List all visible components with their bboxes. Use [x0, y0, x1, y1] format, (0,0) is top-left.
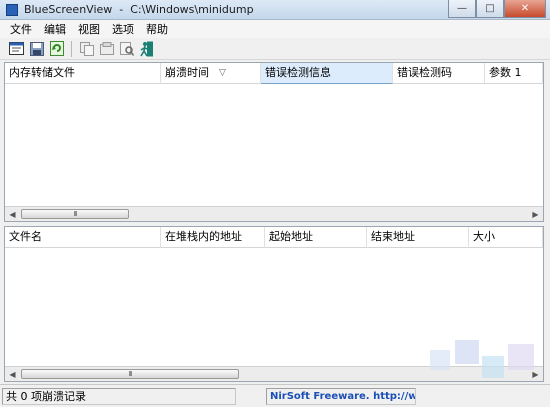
column-header-parameter-1[interactable]: 参数 1 — [485, 63, 543, 84]
column-label: 文件名 — [9, 230, 42, 243]
crash-list-hscrollbar[interactable]: ◀ III ▶ — [5, 206, 543, 221]
copy-button[interactable] — [78, 40, 95, 57]
menu-file[interactable]: 文件 — [4, 21, 38, 37]
status-bar: 共 0 项崩溃记录 NirSoft Freeware. http://ww — [0, 384, 550, 407]
menu-help[interactable]: 帮助 — [140, 21, 174, 37]
watermark-block — [482, 356, 504, 378]
scrollbar-thumb[interactable]: III — [21, 209, 129, 219]
minimize-icon: — — [457, 3, 467, 14]
menu-edit[interactable]: 编辑 — [38, 21, 72, 37]
watermark-block — [430, 350, 450, 370]
close-button[interactable]: ✕ — [504, 0, 546, 18]
column-header-filename[interactable]: 文件名 — [5, 227, 161, 248]
scroll-left-icon[interactable]: ◀ — [5, 207, 20, 221]
window-title: BlueScreenView - C:\Windows\minidump — [24, 3, 254, 16]
column-label: 结束地址 — [371, 230, 415, 243]
crash-list-pane[interactable]: 内存转储文件 崩溃时间 ▽ 错误检测信息 错误检测码 参数 1 ◀ III ▶ — [4, 62, 544, 222]
save-icon — [29, 41, 44, 56]
scrollbar-thumb[interactable]: III — [21, 369, 239, 379]
column-header-start-address[interactable]: 起始地址 — [265, 227, 367, 248]
column-label: 错误检测信息 — [265, 66, 331, 79]
driver-list-hscrollbar[interactable]: ◀ III ▶ — [5, 366, 543, 381]
column-header-crash-time[interactable]: 崩溃时间 ▽ — [161, 63, 261, 84]
column-header-address-in-stack[interactable]: 在堆栈内的地址 — [161, 227, 265, 248]
menu-bar: 文件 编辑 视图 选项 帮助 — [0, 20, 550, 38]
maximize-icon: □ — [485, 3, 495, 14]
exit-button[interactable] — [138, 40, 155, 57]
title-bar[interactable]: BlueScreenView - C:\Windows\minidump — □… — [0, 0, 550, 20]
column-label: 大小 — [473, 230, 495, 243]
copy-icon — [79, 41, 94, 56]
properties-icon — [9, 42, 24, 55]
menu-view[interactable]: 视图 — [72, 21, 106, 37]
html-report-icon — [99, 41, 114, 55]
watermark-block — [508, 344, 534, 370]
watermark-block — [455, 340, 479, 364]
column-header-size[interactable]: 大小 — [469, 227, 543, 248]
column-label: 崩溃时间 — [165, 66, 209, 79]
scroll-right-icon[interactable]: ▶ — [528, 207, 543, 221]
app-icon — [6, 4, 18, 16]
sort-descending-icon: ▽ — [219, 68, 226, 78]
column-header-bugcheck-code[interactable]: 错误检测码 — [393, 63, 485, 84]
column-label: 参数 1 — [489, 66, 522, 79]
properties-button[interactable] — [8, 40, 25, 57]
refresh-icon — [49, 41, 64, 56]
column-label: 错误检测码 — [397, 66, 452, 79]
find-button[interactable] — [118, 40, 135, 57]
column-label: 起始地址 — [269, 230, 313, 243]
crash-list-header: 内存转储文件 崩溃时间 ▽ 错误检测信息 错误检测码 参数 1 — [5, 63, 543, 84]
maximize-button[interactable]: □ — [476, 0, 504, 18]
toolbar-separator — [71, 40, 72, 57]
scroll-left-icon[interactable]: ◀ — [5, 367, 20, 381]
column-label: 在堆栈内的地址 — [165, 230, 242, 243]
exit-icon — [139, 41, 153, 56]
column-label: 内存转储文件 — [9, 66, 75, 79]
driver-list-header: 文件名 在堆栈内的地址 起始地址 结束地址 大小 — [5, 227, 543, 248]
find-icon — [119, 41, 134, 56]
close-icon: ✕ — [520, 3, 530, 14]
toolbar — [0, 38, 550, 60]
minimize-button[interactable]: — — [448, 0, 476, 18]
save-button[interactable] — [28, 40, 45, 57]
status-record-count: 共 0 项崩溃记录 — [2, 388, 236, 405]
html-report-button[interactable] — [98, 40, 115, 57]
column-header-bugcheck-string[interactable]: 错误检测信息 — [261, 63, 393, 84]
refresh-button[interactable] — [48, 40, 65, 57]
column-header-end-address[interactable]: 结束地址 — [367, 227, 469, 248]
column-header-dump-file[interactable]: 内存转储文件 — [5, 63, 161, 84]
window-controls: — □ ✕ — [448, 0, 546, 18]
menu-options[interactable]: 选项 — [106, 21, 140, 37]
nirsoft-link[interactable]: NirSoft Freeware. http://ww — [266, 388, 416, 405]
